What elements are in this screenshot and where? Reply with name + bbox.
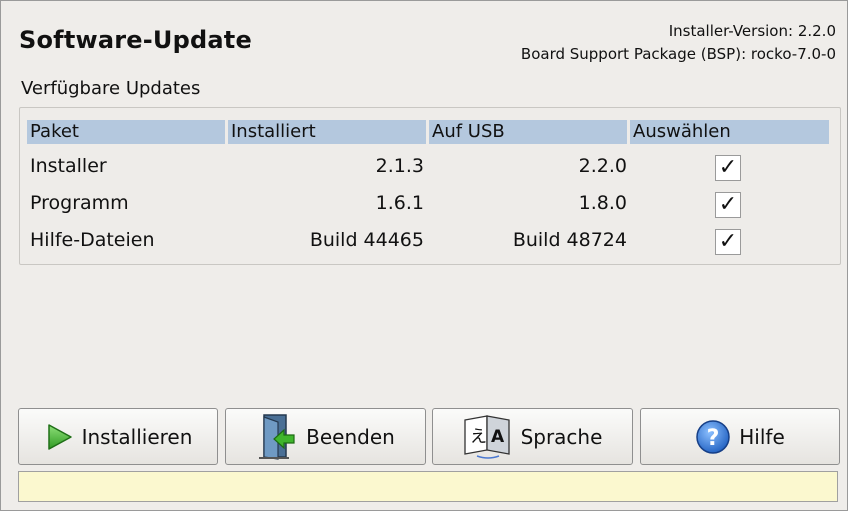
usb-version: 1.8.0 (578, 192, 627, 214)
quit-button-label: Beenden (306, 424, 395, 449)
installer-version-label: Installer-Version: (668, 22, 794, 40)
column-header-select: Auswählen (630, 120, 829, 144)
exit-door-icon (259, 413, 295, 460)
updates-section-label: Verfügbare Updates (21, 78, 201, 99)
usb-version: 2.2.0 (578, 155, 627, 177)
version-info: Installer-Version: 2.2.0 Board Support P… (521, 20, 836, 66)
play-icon (47, 423, 72, 450)
translate-icon: え A (463, 414, 510, 459)
installed-version: 1.6.1 (375, 192, 424, 214)
bsp-value: rocko-7.0-0 (750, 45, 836, 63)
package-name: Hilfe-Dateien (30, 229, 155, 251)
language-button[interactable]: え A Sprache (432, 408, 633, 465)
status-bar (18, 471, 838, 502)
help-icon: ? (696, 419, 730, 454)
svg-text:?: ? (707, 426, 720, 451)
install-button[interactable]: Installieren (18, 408, 218, 465)
installer-version-row: Installer-Version: 2.2.0 (521, 20, 836, 43)
installer-version-value: 2.2.0 (797, 22, 836, 40)
installed-version: Build 44465 (309, 229, 424, 251)
svg-text:A: A (491, 427, 505, 447)
select-checkbox[interactable]: ✓ (715, 155, 741, 181)
bsp-label: Board Support Package (BSP): (520, 45, 747, 63)
column-header-usb: Auf USB (429, 120, 627, 144)
installed-version: 2.1.3 (375, 155, 424, 177)
package-name: Installer (30, 155, 107, 177)
help-button-label: Hilfe (739, 424, 785, 449)
quit-button[interactable]: Beenden (225, 408, 426, 465)
page-title: Software-Update (19, 26, 252, 54)
usb-version: Build 48724 (512, 229, 627, 251)
svg-text:え: え (470, 427, 487, 447)
package-name: Programm (30, 192, 129, 214)
language-button-label: Sprache (520, 424, 603, 449)
bsp-row: Board Support Package (BSP): rocko-7.0-0 (521, 43, 836, 66)
updates-table: Paket Installiert Auf USB Auswählen Inst… (19, 107, 841, 265)
column-header-package: Paket (27, 120, 225, 144)
select-checkbox[interactable]: ✓ (715, 229, 741, 255)
help-button[interactable]: ? Hilfe (640, 408, 840, 465)
select-checkbox[interactable]: ✓ (715, 192, 741, 218)
install-button-label: Installieren (81, 424, 193, 449)
column-header-installed: Installiert (228, 120, 426, 144)
